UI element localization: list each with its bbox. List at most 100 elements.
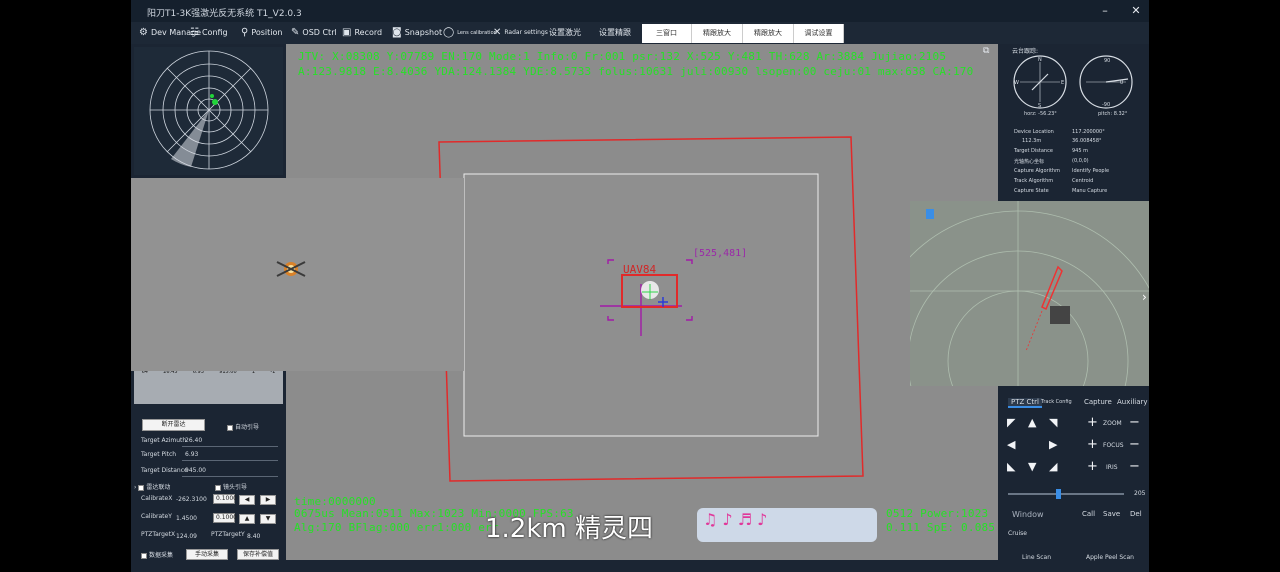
radar-settings-button[interactable]: ✕ Radar settings — [493, 27, 548, 38]
tab-precision-zoom-2[interactable]: 精跟放大 — [743, 24, 794, 43]
target-azimuth-label: Target Azimuth — [141, 437, 187, 444]
ptz-down-left-button[interactable]: ◣ — [1007, 460, 1015, 473]
horz-readout: horz: -56.23° — [1024, 111, 1057, 117]
radar-link-label: 雷达联动 — [146, 484, 171, 491]
maximize-icon[interactable]: ⧉ — [983, 46, 989, 56]
target-coord: [525,481] — [693, 248, 748, 259]
stop-radar-button[interactable]: 断开雷达 — [142, 419, 205, 431]
compass-w: W — [1014, 80, 1019, 86]
calibrate-y-value: 1.4500 — [176, 515, 197, 522]
iris-close-button[interactable]: − — [1129, 459, 1140, 474]
record-button[interactable]: ▣ Record — [342, 27, 382, 38]
device-location-lat: 36.008458° — [1072, 138, 1102, 144]
music-note-icon: ♫ ♪ ♬ ♪ — [703, 510, 768, 529]
tab-precision-zoom-1[interactable]: 精跟放大 — [692, 24, 743, 43]
config-button[interactable]: ☷ Config — [190, 27, 228, 38]
focus-out-button[interactable]: − — [1129, 437, 1140, 452]
minimize-icon[interactable]: – — [1097, 3, 1113, 19]
capture-algorithm-value: Identify People — [1072, 168, 1110, 174]
ptz-up-left-button[interactable]: ◤ — [1007, 416, 1015, 429]
pitch-readout: pitch: 8.32° — [1098, 111, 1128, 117]
calibrate-x-left-button[interactable]: ◀ — [239, 495, 255, 505]
compass-s: S — [1038, 103, 1042, 109]
iris-label: IRIS — [1106, 464, 1118, 471]
optical-center-value: (0,0,0) — [1072, 158, 1089, 164]
title-bar: 阳刀T1-3K强激光反无系统 T1_V2.0.3 – ✕ — [131, 0, 1149, 22]
drone-image — [276, 261, 306, 277]
compass-e: E — [1061, 80, 1065, 86]
calibrate-y-label: CalibrateY — [141, 513, 172, 520]
tab-ptz-ctrl[interactable]: PTZ Ctrl — [1008, 398, 1042, 408]
apple-peel-scan-button[interactable]: Apple Peel Scan — [1086, 554, 1134, 561]
ptz-target-y-value: 8.40 — [247, 533, 261, 540]
ptz-down-right-button[interactable]: ◢ — [1049, 460, 1057, 473]
calibrate-x-step-input[interactable]: 0.1000 — [213, 494, 237, 504]
lens-calibration-button[interactable]: ◯ Lens calibration — [443, 27, 497, 38]
location-pin-icon: ⚲ — [241, 27, 249, 38]
line-scan-button[interactable]: Line Scan — [1022, 554, 1051, 561]
app-window: 阳刀T1-3K强激光反无系统 T1_V2.0.3 – ✕ ⚙ Dev Manag… — [131, 0, 1149, 572]
lens-icon: ◯ — [443, 27, 455, 38]
tab-capture[interactable]: Capture — [1084, 398, 1112, 406]
calibrate-y-up-button[interactable]: ▲ — [239, 514, 255, 524]
target-label: UAV84 — [623, 263, 657, 276]
iris-open-button[interactable]: + — [1087, 459, 1098, 474]
zoom-in-button[interactable]: + — [1087, 415, 1098, 430]
osd-ctrl-button[interactable]: ✎ OSD Ctrl — [291, 27, 337, 38]
drone-close-up — [131, 178, 464, 371]
ptz-up-right-button[interactable]: ◥ — [1049, 416, 1057, 429]
tab-three-window[interactable]: 三窗口 — [642, 24, 692, 43]
preset-call-button[interactable]: Call — [1082, 510, 1095, 518]
save-compensation-button[interactable]: 保存补偿值 — [237, 549, 279, 560]
toolbar: ⚙ Dev Manage ☷ Config ⚲ Position ✎ OSD C… — [131, 22, 1149, 44]
tab-track-config[interactable]: Track Config — [1041, 399, 1072, 405]
target-distance-value: 945 m — [1072, 148, 1089, 154]
divider — [182, 446, 278, 447]
target-azimuth-value: 26.40 — [185, 437, 203, 444]
auto-guide-checkbox[interactable]: 自动引导 — [227, 422, 259, 431]
set-laser-button[interactable]: 设置激光 — [549, 27, 581, 38]
speed-slider[interactable] — [1008, 489, 1124, 499]
target-distance-value: 945.00 — [185, 467, 206, 474]
snapshot-button[interactable]: ◙ Snapshot — [392, 27, 442, 38]
preset-save-button[interactable]: Save — [1103, 510, 1120, 518]
position-button[interactable]: ⚲ Position — [241, 27, 282, 38]
radar-link-checkbox[interactable]: › 雷达联动 — [134, 482, 170, 491]
position-label: Position — [251, 28, 283, 37]
focus-in-button[interactable]: + — [1087, 437, 1098, 452]
tab-debug-settings[interactable]: 调试设置 — [794, 24, 844, 43]
manual-collect-button[interactable]: 手动采集 — [186, 549, 228, 560]
ptz-down-button[interactable]: ▼ — [1028, 460, 1036, 473]
target-pitch-label: Target Pitch — [141, 451, 177, 458]
capture-state-value: Manu Capture — [1072, 188, 1108, 194]
target-distance-label: Target Distance — [1014, 148, 1053, 154]
close-icon[interactable]: ✕ — [1128, 3, 1144, 19]
radar-settings-label: Radar settings — [504, 29, 548, 36]
config-label: Config — [201, 28, 228, 37]
capture-algorithm-label: Capture Algorithm — [1014, 168, 1060, 174]
divider — [182, 460, 278, 461]
lens-calibration-label: Lens calibration — [457, 29, 497, 36]
ptz-left-button[interactable]: ◀ — [1007, 438, 1015, 451]
calibrate-x-right-button[interactable]: ▶ — [260, 495, 276, 505]
speed-slider-handle[interactable] — [1056, 489, 1061, 499]
preset-delete-button[interactable]: Del — [1130, 510, 1142, 518]
pitch-mid: 0 — [1120, 80, 1124, 86]
calibrate-y-step-input[interactable]: 0.1000 — [213, 513, 237, 523]
ptz-right-button[interactable]: ▶ — [1049, 438, 1057, 451]
window-select[interactable]: Window — [1012, 510, 1044, 519]
map-close-up: › — [910, 201, 1149, 386]
tab-auxiliary[interactable]: Auxiliary — [1117, 398, 1148, 406]
data-collect-checkbox[interactable]: 数据采集 — [141, 550, 173, 559]
ptz-up-button[interactable]: ▲ — [1028, 416, 1036, 429]
zoom-out-button[interactable]: − — [1129, 415, 1140, 430]
calibrate-y-down-button[interactable]: ▼ — [260, 514, 276, 524]
checkbox-icon — [138, 484, 145, 491]
lens-guide-checkbox[interactable]: 镜头引导 — [215, 482, 247, 491]
snapshot-label: Snapshot — [404, 28, 443, 37]
ptz-tab-bar: PTZ Ctrl Track Config Capture Auxiliary — [1008, 396, 1149, 410]
svg-text:›: › — [1142, 290, 1147, 304]
lens-guide-label: 镜头引导 — [223, 484, 248, 491]
set-precision-button[interactable]: 设置精跟 — [599, 27, 631, 38]
checkbox-icon — [227, 424, 233, 431]
